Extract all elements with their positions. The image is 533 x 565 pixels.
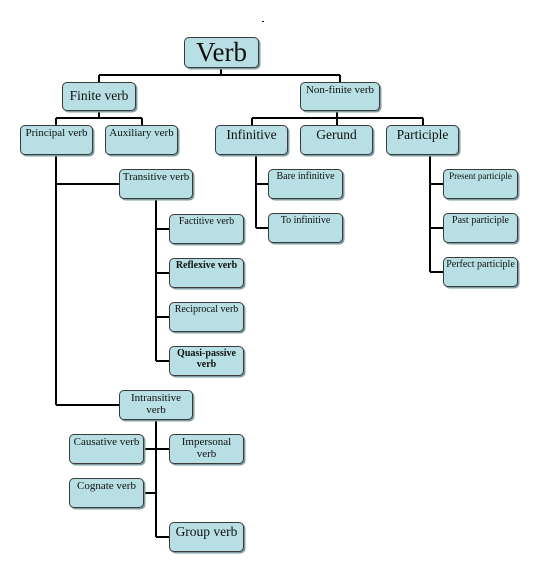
node-causative-verb: Causative verb (69, 434, 144, 464)
node-gerund: Gerund (300, 125, 373, 155)
node-participle: Participle (386, 125, 459, 155)
node-transitive-verb: Transitive verb (119, 169, 193, 199)
verb-tree-diagram: Verb Finite verb Non-finite verb Princip… (0, 0, 533, 565)
node-infinitive: Infinitive (215, 125, 288, 155)
node-verb: Verb (184, 37, 259, 68)
node-finite-verb: Finite verb (62, 82, 136, 111)
node-present-participle: Present participle (443, 169, 518, 199)
node-bare-infinitive: Bare infinitive (268, 169, 343, 199)
node-reflexive-verb: Reflexive verb (169, 258, 244, 288)
node-auxiliary-verb: Auxiliary verb (105, 125, 178, 155)
node-quasi-passive-verb: Quasi-passive verb (169, 346, 244, 376)
node-intransitive-verb: Intransitive verb (119, 390, 193, 420)
node-non-finite-verb: Non-finite verb (300, 82, 380, 111)
node-past-participle: Past participle (443, 213, 518, 243)
node-to-infinitive: To infinitive (268, 213, 343, 243)
node-impersonal-verb: Impersonal verb (169, 434, 244, 464)
node-cognate-verb: Cognate verb (69, 478, 144, 508)
node-principal-verb: Principal verb (20, 125, 93, 155)
node-perfect-participle: Perfect participle (443, 257, 518, 287)
node-group-verb: Group verb (169, 522, 244, 552)
node-factitive-verb: Factitive verb (169, 214, 244, 244)
node-reciprocal-verb: Reciprocal verb (169, 302, 244, 332)
